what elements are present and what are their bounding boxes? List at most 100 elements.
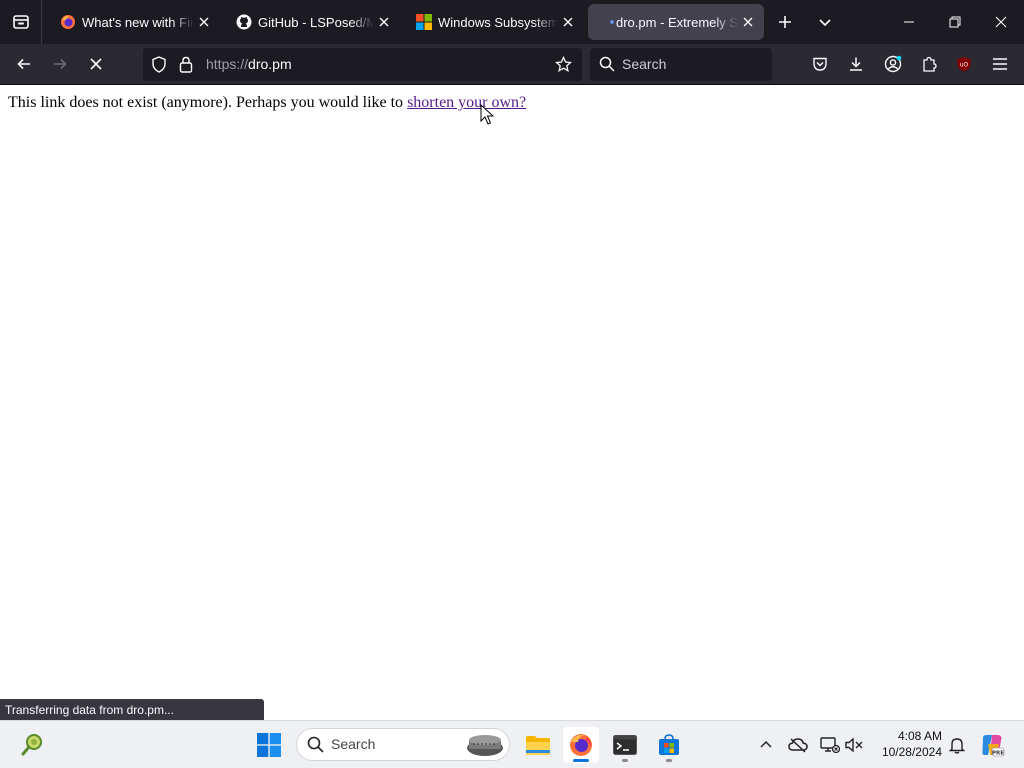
download-icon [850, 57, 862, 71]
account-icon [884, 55, 902, 73]
pocket-icon [813, 57, 827, 71]
bell-icon [949, 738, 965, 754]
firefox-taskbar-button[interactable] [563, 727, 599, 763]
tracking-protection-shield-icon[interactable] [151, 56, 167, 78]
address-bar[interactable]: https://dro.pm [143, 48, 582, 81]
tab-windows-subsystem[interactable]: Windows Subsystem for Android [404, 4, 584, 40]
restore-icon [949, 16, 961, 28]
github-icon [236, 14, 252, 30]
stop-button[interactable] [81, 49, 111, 79]
search-icon [307, 736, 324, 758]
firefox-icon [60, 14, 76, 30]
app-menu-button[interactable] [985, 49, 1015, 79]
extensions-button[interactable] [914, 49, 944, 79]
volume-muted-icon [845, 737, 863, 753]
status-panel: Transferring data from dro.pm... [0, 699, 264, 721]
volume-tray-button[interactable] [843, 733, 867, 757]
taskbar-search-label: Search [331, 736, 376, 752]
arrow-left-icon [17, 58, 30, 70]
widgets-magnifier-icon [21, 734, 42, 756]
network-disconnected-icon [820, 737, 840, 753]
restore-button[interactable] [932, 0, 978, 44]
system-clock[interactable]: 4:08 AM 10/28/2024 [870, 728, 942, 760]
list-all-tabs-button[interactable] [811, 8, 839, 36]
arrow-right-icon [54, 58, 67, 70]
search-placeholder: Search [622, 56, 667, 72]
search-highlight-image-icon [465, 732, 505, 763]
tab-title: dro.pm - Extremely Short [616, 14, 738, 30]
copilot-icon: PRE [982, 735, 1005, 757]
tab-title: What's new with Firefox [82, 14, 194, 30]
page-content: This link does not exist (anymore). Perh… [0, 86, 1024, 720]
file-explorer-button[interactable] [520, 727, 556, 763]
clock-time: 4:08 AM [897, 729, 942, 743]
hamburger-menu-icon [993, 58, 1007, 70]
close-tab-icon[interactable] [558, 12, 578, 32]
clock-date: 10/28/2024 [881, 745, 942, 759]
tab-github-lsposed[interactable]: GitHub - LSPosed/Magisk [224, 4, 400, 40]
folder-icon [526, 736, 550, 755]
bookmark-star-icon[interactable] [554, 55, 573, 78]
close-tab-icon[interactable] [738, 12, 758, 32]
notifications-button[interactable] [945, 733, 969, 757]
loading-dot-icon [600, 14, 616, 30]
close-window-button[interactable] [978, 0, 1024, 44]
close-tab-icon[interactable] [374, 12, 394, 32]
lock-icon[interactable] [179, 56, 193, 78]
firefox-icon [570, 734, 592, 756]
plus-icon [779, 16, 791, 28]
pocket-button[interactable] [805, 49, 835, 79]
minimize-icon [904, 21, 914, 23]
search-icon [599, 56, 615, 77]
url-text[interactable]: https://dro.pm [206, 48, 292, 81]
active-app-indicator [573, 759, 589, 762]
back-button[interactable] [9, 49, 39, 79]
puzzle-icon [923, 56, 937, 72]
svg-text:uO: uO [960, 62, 969, 69]
search-bar[interactable]: Search [590, 48, 772, 81]
windows-logo-icon [416, 14, 432, 30]
taskbar-search-box[interactable]: Search [296, 728, 510, 761]
firefox-view-icon [12, 15, 29, 29]
ublock-origin-button[interactable]: uO [949, 49, 979, 79]
tab-firefox-whats-new[interactable]: What's new with Firefox [48, 4, 220, 40]
minimize-button[interactable] [886, 0, 932, 44]
close-tab-icon[interactable] [194, 12, 214, 32]
stop-icon [90, 58, 102, 70]
windows-taskbar: Search 4:08 AM 10/28/2024 PRE [0, 720, 1024, 768]
cloud-off-icon [788, 738, 808, 753]
copilot-button[interactable]: PRE [974, 727, 1010, 763]
tab-title: GitHub - LSPosed/Magisk [258, 14, 374, 30]
chevron-down-icon [819, 19, 831, 27]
url-host: dro.pm [248, 56, 292, 72]
mouse-pointer-icon [480, 104, 494, 125]
navigation-toolbar: https://dro.pm Search uO [0, 44, 1024, 85]
not-found-message: This link does not exist (anymore). Perh… [8, 94, 526, 112]
terminal-icon [613, 735, 637, 755]
start-button[interactable] [251, 727, 287, 763]
widgets-button[interactable] [14, 727, 50, 763]
network-tray-button[interactable] [818, 733, 842, 757]
ublock-origin-icon: uO [957, 57, 971, 72]
tab-strip: What's new with Firefox GitHub - LSPosed… [0, 0, 1024, 44]
message-text: This link does not exist (anymore). Perh… [8, 94, 408, 111]
windows-start-icon [257, 733, 281, 757]
tab-title: Windows Subsystem for Android [438, 14, 558, 30]
url-scheme: https:// [206, 56, 249, 72]
chevron-up-icon [760, 740, 772, 748]
close-icon [995, 16, 1007, 28]
new-tab-button[interactable] [771, 8, 799, 36]
microsoft-store-button[interactable] [651, 727, 687, 763]
running-app-indicator [622, 759, 628, 762]
firefox-view-button[interactable] [0, 0, 42, 44]
account-button[interactable] [878, 49, 908, 79]
svg-text:PRE: PRE [992, 751, 1004, 757]
show-hidden-icons-button[interactable] [754, 733, 778, 757]
shorten-your-own-link[interactable]: shorten your own? [407, 94, 526, 111]
forward-button[interactable] [45, 49, 75, 79]
onedrive-tray-button[interactable] [786, 733, 810, 757]
tab-dro-pm[interactable]: dro.pm - Extremely Short [588, 4, 764, 40]
running-app-indicator [666, 759, 672, 762]
downloads-button[interactable] [841, 49, 871, 79]
terminal-button[interactable] [607, 727, 643, 763]
